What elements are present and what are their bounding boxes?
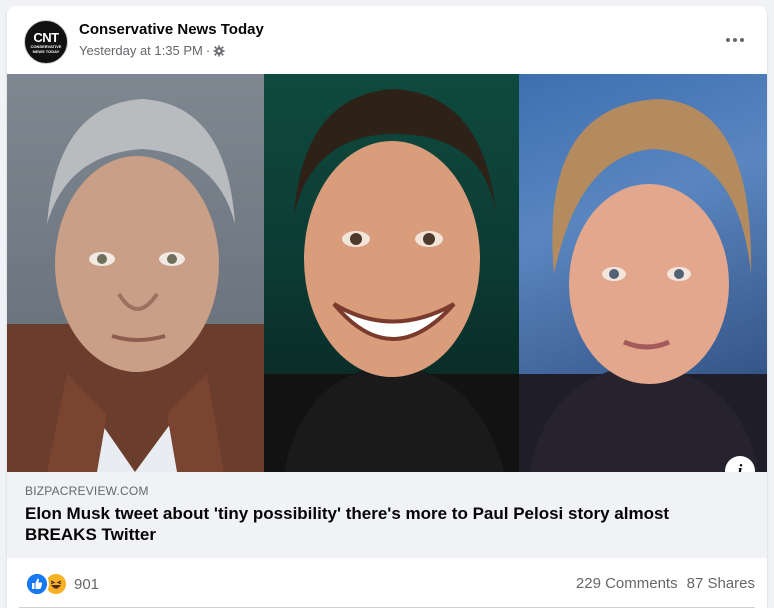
engagement-stats: 229 Comments 87 Shares (567, 575, 755, 592)
post-timestamp[interactable]: Yesterday at 1:35 PM (79, 43, 203, 58)
more-dot (726, 38, 730, 42)
avatar-logo-text: CNT (33, 29, 59, 45)
link-headline[interactable]: Elon Musk tweet about 'tiny possibility'… (25, 503, 725, 545)
page-avatar[interactable]: CNT CONSERVATIVE NEWS TODAY (24, 20, 68, 64)
more-options-icon[interactable] (717, 24, 753, 56)
like-icon (25, 572, 49, 596)
comments-count-link[interactable]: 229 Comments (576, 575, 678, 592)
avatar-logo-subtext: CONSERVATIVE NEWS TODAY (30, 43, 62, 54)
portrait-left (7, 99, 264, 472)
photo-panel-right (519, 74, 767, 472)
post-card: CNT CONSERVATIVE NEWS TODAY Conservative… (7, 6, 767, 608)
gear-icon[interactable] (213, 44, 225, 57)
reaction-count: 901 (74, 575, 100, 593)
shares-count-link[interactable]: 87 Shares (687, 575, 755, 592)
more-dot (733, 38, 737, 42)
portrait-middle (264, 89, 519, 472)
link-domain: BIZPACREVIEW.COM (25, 484, 149, 498)
link-preview-image[interactable]: i (7, 74, 767, 472)
reactions-summary[interactable]: 901 (25, 572, 99, 596)
page-name-link[interactable]: Conservative News Today (79, 21, 264, 38)
more-dot (740, 38, 744, 42)
link-preview-caption[interactable]: BIZPACREVIEW.COM Elon Musk tweet about '… (7, 472, 767, 558)
photo-panel-middle (264, 74, 519, 472)
post-meta: Yesterday at 1:35 PM · (79, 43, 225, 58)
portrait-right (519, 99, 767, 472)
meta-separator: · (205, 43, 211, 58)
photo-panel-left (7, 74, 264, 472)
post-header: CNT CONSERVATIVE NEWS TODAY Conservative… (7, 6, 767, 74)
post-footer: 901 229 Comments 87 Shares (7, 558, 767, 608)
